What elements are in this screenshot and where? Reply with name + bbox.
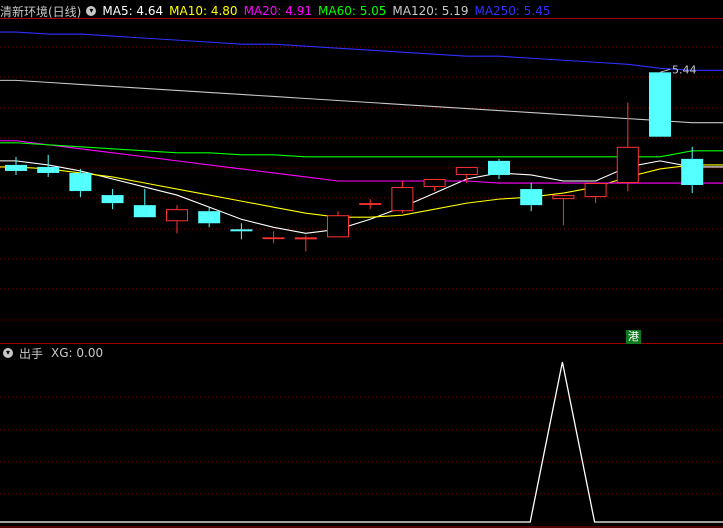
indicator-title: 出手	[19, 346, 44, 361]
candle	[616, 102, 639, 192]
ma20-label: MA20: 4.91	[243, 4, 312, 18]
candle-body	[294, 237, 317, 240]
candle	[262, 231, 285, 244]
candle-body	[166, 209, 188, 222]
ma-line-ma120	[0, 79, 723, 124]
ma60-label: MA60: 5.05	[318, 4, 387, 18]
candle-body	[520, 189, 543, 206]
candle	[133, 189, 156, 218]
candle-body	[101, 195, 124, 204]
high-annotation-pointer	[659, 68, 671, 73]
candle-body	[327, 215, 349, 238]
candle-body	[198, 211, 221, 224]
candle	[649, 72, 671, 137]
candle	[391, 181, 414, 214]
candle-body	[616, 146, 639, 184]
candle-body	[5, 164, 27, 171]
candle	[5, 156, 27, 175]
candle	[488, 158, 510, 179]
indicator-panel-toggle-icon[interactable]	[3, 348, 13, 358]
candle-body	[359, 203, 382, 205]
candle-body	[262, 237, 285, 240]
candle	[230, 223, 253, 240]
candle-body	[133, 205, 156, 218]
candle	[584, 183, 607, 204]
candle-body	[488, 160, 510, 175]
ma250-label: MA250: 5.45	[474, 4, 551, 18]
candle	[423, 178, 446, 192]
candle	[359, 199, 382, 210]
candle-body	[391, 187, 414, 212]
candle	[69, 168, 92, 198]
indicator-panel-header: 出手 XG: 0.00	[0, 344, 109, 362]
candle-body	[649, 72, 671, 137]
ma5-label: MA5: 4.64	[102, 4, 164, 18]
candle-body	[584, 183, 607, 198]
high-annotation-label: 5.44	[672, 63, 697, 76]
candle-body	[230, 229, 253, 232]
candle-body	[37, 166, 60, 173]
candle	[101, 189, 124, 210]
ma120-label: MA120: 5.19	[392, 4, 469, 18]
candle-body	[552, 195, 575, 200]
panel-frame	[0, 18, 723, 528]
candle	[294, 235, 317, 252]
candle	[552, 195, 575, 226]
chart-title: 清新环境(日线)	[0, 4, 82, 19]
kline-chart[interactable]: 5.44	[0, 0, 723, 528]
candle-body	[455, 166, 478, 175]
candle-body	[681, 158, 704, 186]
candle-body	[423, 178, 446, 188]
ma-line-ma60	[0, 142, 723, 158]
candle-body	[69, 172, 92, 192]
ma-line-ma250	[0, 31, 723, 71]
xg-value-label: XG: 0.00	[51, 346, 104, 360]
candle	[681, 146, 704, 194]
candle	[327, 211, 349, 238]
ma10-label: MA10: 4.80	[169, 4, 238, 18]
main-panel-toggle-icon[interactable]	[86, 6, 97, 16]
main-panel-header: 清新环境(日线) MA5: 4.64 MA10: 4.80 MA20: 4.91…	[0, 2, 557, 20]
grid	[0, 46, 723, 495]
hk-connect-badge: 港	[626, 330, 641, 344]
xg-indicator-line	[0, 361, 723, 523]
candle	[520, 183, 543, 212]
